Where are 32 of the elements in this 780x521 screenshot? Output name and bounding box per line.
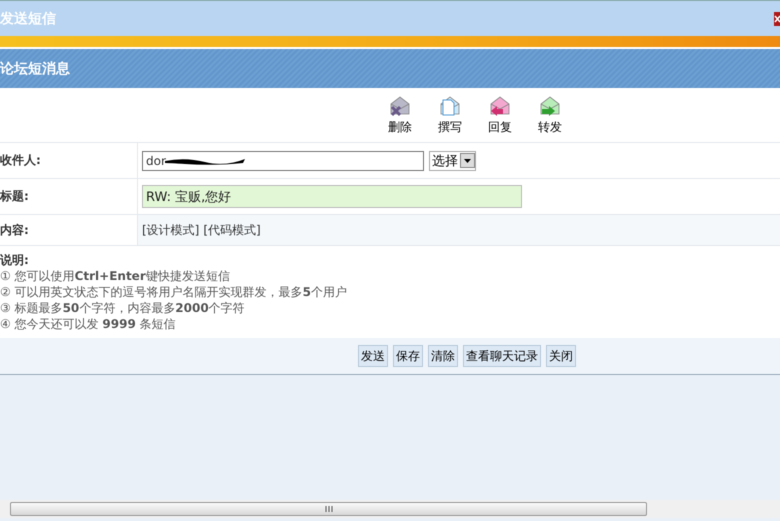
subject-field[interactable]: RW: 宝贩,您好 — [142, 185, 522, 208]
notes-title: 说明: — [0, 252, 30, 268]
mode-link[interactable]: [设计模式] — [142, 222, 200, 238]
field-label: 收件人: — [0, 143, 138, 178]
toolbar-button[interactable]: 转发 — [535, 94, 565, 136]
note-line: ② 可以用英文状态下的逗号将用户名隔开实现群发，最多5个用户 — [0, 284, 348, 300]
section-title: 论坛短消息 — [0, 60, 70, 78]
reply-icon — [488, 94, 512, 118]
grip-icon — [324, 506, 332, 512]
toolbar-button[interactable]: 回复 — [485, 94, 515, 136]
mode-link[interactable]: [代码模式] — [203, 222, 261, 238]
field-label: 标题: — [0, 179, 138, 214]
close-icon[interactable] — [774, 12, 780, 26]
action-button[interactable]: 发送 — [358, 345, 388, 367]
note-line: ③ 标题最多50个字符，内容最多2000个字符 — [0, 300, 246, 316]
action-button[interactable]: 保存 — [393, 345, 423, 367]
action-button[interactable]: 查看聊天记录 — [463, 345, 541, 367]
toolbar-button[interactable]: 撰写 — [435, 94, 465, 136]
delete-icon — [388, 94, 412, 118]
select-dropdown[interactable]: 选择 — [429, 150, 476, 170]
action-button[interactable]: 清除 — [428, 345, 458, 367]
toolbar-button[interactable]: 删除 — [385, 94, 415, 136]
forward-icon — [538, 94, 562, 118]
note-line: ① 您可以使用Ctrl+Enter键快捷发送短信 — [0, 268, 231, 284]
compose-icon — [438, 94, 462, 118]
caret-icon — [460, 153, 475, 168]
scrollbar-thumb[interactable] — [10, 502, 647, 516]
action-button[interactable]: 关闭 — [546, 345, 576, 367]
horizontal-scrollbar[interactable] — [0, 500, 780, 518]
window-title: 发送短信 — [0, 10, 56, 28]
recipient-field[interactable]: dor — [142, 150, 424, 170]
note-line: ④ 您今天还可以发 9999 条短信 — [0, 316, 177, 332]
